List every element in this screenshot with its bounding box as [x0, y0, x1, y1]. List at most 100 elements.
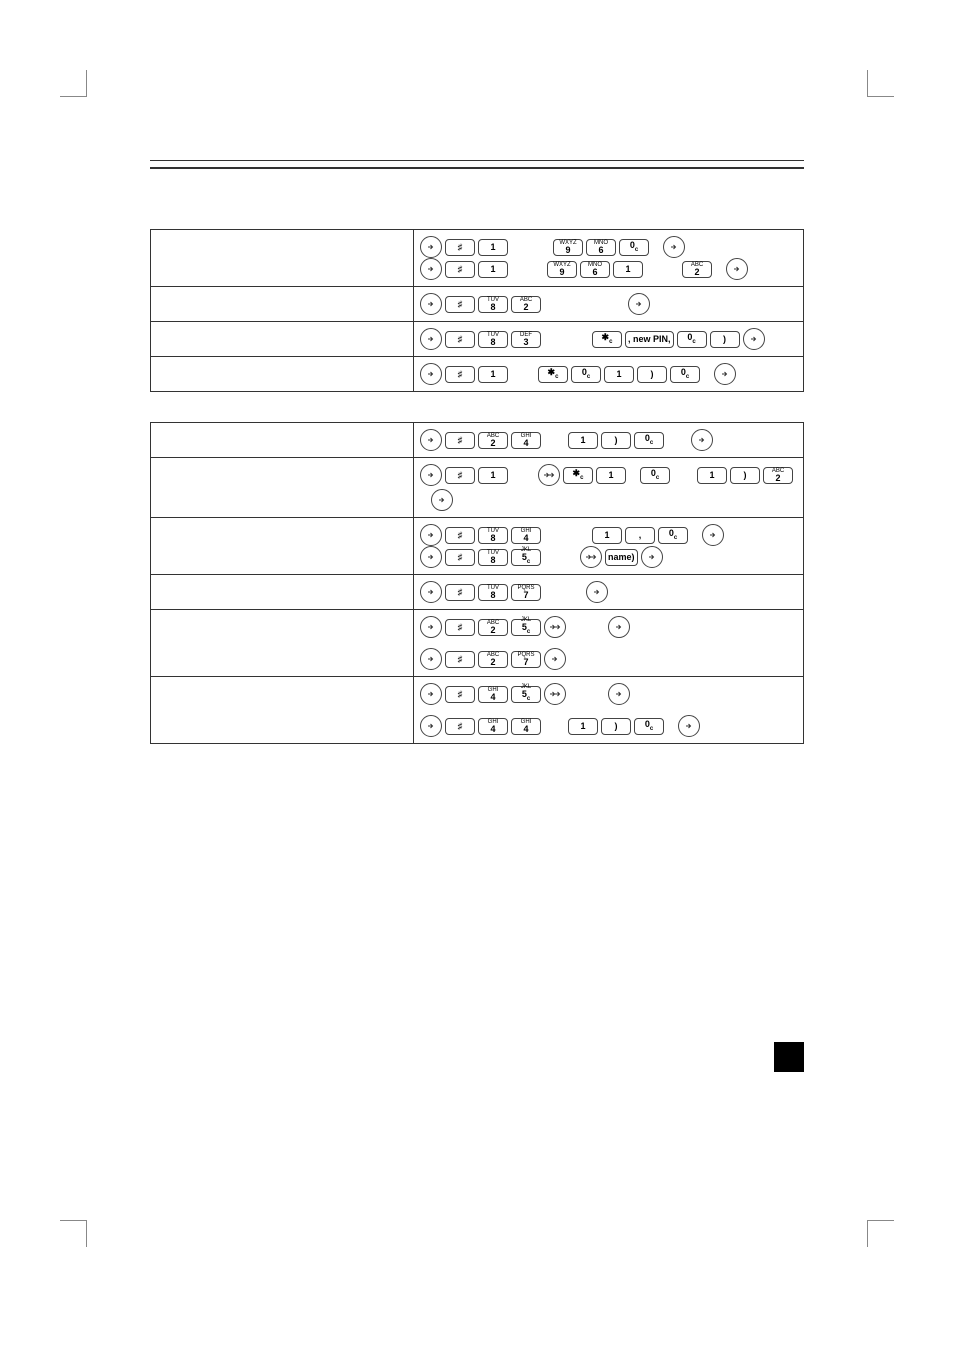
row-label — [151, 230, 414, 287]
digit-1-key: 1 — [478, 261, 508, 278]
menu-icon — [420, 648, 442, 670]
digit-1-key: 1 — [478, 366, 508, 383]
hash-key: ♯ — [445, 366, 475, 383]
hash-key: ♯ — [445, 432, 475, 449]
menu-icon — [586, 581, 608, 603]
row-label — [151, 357, 414, 392]
row-label — [151, 322, 414, 357]
hash-key: ♯ — [445, 239, 475, 256]
hash-key: ♯ — [445, 651, 475, 668]
talk-icon — [544, 683, 566, 705]
digit-) -key: ) — [637, 366, 667, 383]
menu-icon — [691, 429, 713, 451]
menu-icon — [420, 581, 442, 603]
digit-7-key: PQRS7 — [511, 651, 541, 668]
talk-icon — [580, 546, 602, 568]
digit-2-key: ABC2 — [763, 467, 793, 484]
digit-, new PIN,-key: , new PIN, — [625, 331, 674, 348]
hash-key: ♯ — [445, 584, 475, 601]
menu-icon — [420, 464, 442, 486]
zero-key: 0c — [634, 718, 664, 735]
menu-icon — [420, 293, 442, 315]
menu-icon — [420, 328, 442, 350]
digit-1-key: 1 — [568, 718, 598, 735]
talk-icon — [538, 464, 560, 486]
zero-key: 0c — [571, 366, 601, 383]
hash-key: ♯ — [445, 296, 475, 313]
hash-key: ♯ — [445, 261, 475, 278]
hash-key: ♯ — [445, 619, 475, 636]
star-key: ✱c — [538, 366, 568, 383]
digit-2-key: ABC2 — [478, 432, 508, 449]
menu-icon — [420, 683, 442, 705]
digit-4-key: GHI4 — [511, 432, 541, 449]
row-sequence: ♯TUV8GHI41, 0c♯TUV8JKL5cname) — [414, 518, 804, 575]
digit-1-key: 1 — [478, 467, 508, 484]
menu-icon — [420, 715, 442, 737]
digit-4-key: GHI4 — [511, 718, 541, 735]
zero-key: 0c — [640, 467, 670, 484]
row-sequence: ♯1✱c0c1) 0c — [414, 357, 804, 392]
five-key: JKL5c — [511, 549, 541, 566]
digit-8-key: TUV8 — [478, 549, 508, 566]
menu-icon — [420, 616, 442, 638]
digit-1-key: 1 — [697, 467, 727, 484]
row-label — [151, 518, 414, 575]
digit-1-key: 1 — [568, 432, 598, 449]
zero-key: 0c — [658, 527, 688, 544]
digit-4-key: GHI4 — [511, 527, 541, 544]
menu-icon — [420, 363, 442, 385]
digit-2-key: ABC2 — [478, 619, 508, 636]
digit-8-key: TUV8 — [478, 527, 508, 544]
row-sequence: ♯ABC2GHI41) 0c — [414, 423, 804, 458]
digit-9-key: WXYZ9 — [547, 261, 577, 278]
digit-) -key: ) — [601, 718, 631, 735]
rule-thick — [150, 167, 804, 169]
menu-icon — [743, 328, 765, 350]
digit-4-key: GHI4 — [478, 686, 508, 703]
talk-icon — [544, 616, 566, 638]
hash-key: ♯ — [445, 718, 475, 735]
row-label — [151, 575, 414, 610]
digit-1-key: 1 — [478, 239, 508, 256]
row-label — [151, 610, 414, 677]
digit-9-key: WXYZ9 — [553, 239, 583, 256]
hash-key: ♯ — [445, 549, 475, 566]
star-key: ✱c — [563, 467, 593, 484]
menu-icon — [420, 524, 442, 546]
digit-) -key: ) — [730, 467, 760, 484]
hash-key: ♯ — [445, 467, 475, 484]
zero-key: 0c — [619, 239, 649, 256]
menu-icon — [420, 429, 442, 451]
menu-icon — [544, 648, 566, 670]
digit-2-key: ABC2 — [511, 296, 541, 313]
menu-icon — [431, 489, 453, 511]
digit-8-key: TUV8 — [478, 331, 508, 348]
digit-1-key: 1 — [592, 527, 622, 544]
digit-8-key: TUV8 — [478, 296, 508, 313]
digit-1-key: 1 — [596, 467, 626, 484]
section-tab — [774, 1042, 804, 1072]
digit-8-key: TUV8 — [478, 584, 508, 601]
hash-key: ♯ — [445, 331, 475, 348]
menu-icon — [608, 616, 630, 638]
menu-icon — [663, 236, 685, 258]
digit-6-key: MNO6 — [580, 261, 610, 278]
hash-key: ♯ — [445, 527, 475, 544]
rule-thin — [150, 160, 804, 161]
digit-6-key: MNO6 — [586, 239, 616, 256]
menu-icon — [641, 546, 663, 568]
menu-icon — [628, 293, 650, 315]
row-sequence: ♯ABC2JKL5c♯ABC2PQRS7 — [414, 610, 804, 677]
row-sequence: ♯1✱c10c1) ABC2 — [414, 458, 804, 518]
digit-) -key: ) — [710, 331, 740, 348]
digit-2-key: ABC2 — [682, 261, 712, 278]
zero-key: 0c — [670, 366, 700, 383]
menu-icon — [726, 258, 748, 280]
row-label — [151, 287, 414, 322]
page-content: ♯1WXYZ9MNO60c♯1WXYZ9MNO61ABC2 ♯TUV8ABC2 … — [0, 0, 954, 744]
menu-icon — [714, 363, 736, 385]
hash-key: ♯ — [445, 686, 475, 703]
digit-2-key: ABC2 — [478, 651, 508, 668]
digit-1-key: 1 — [613, 261, 643, 278]
